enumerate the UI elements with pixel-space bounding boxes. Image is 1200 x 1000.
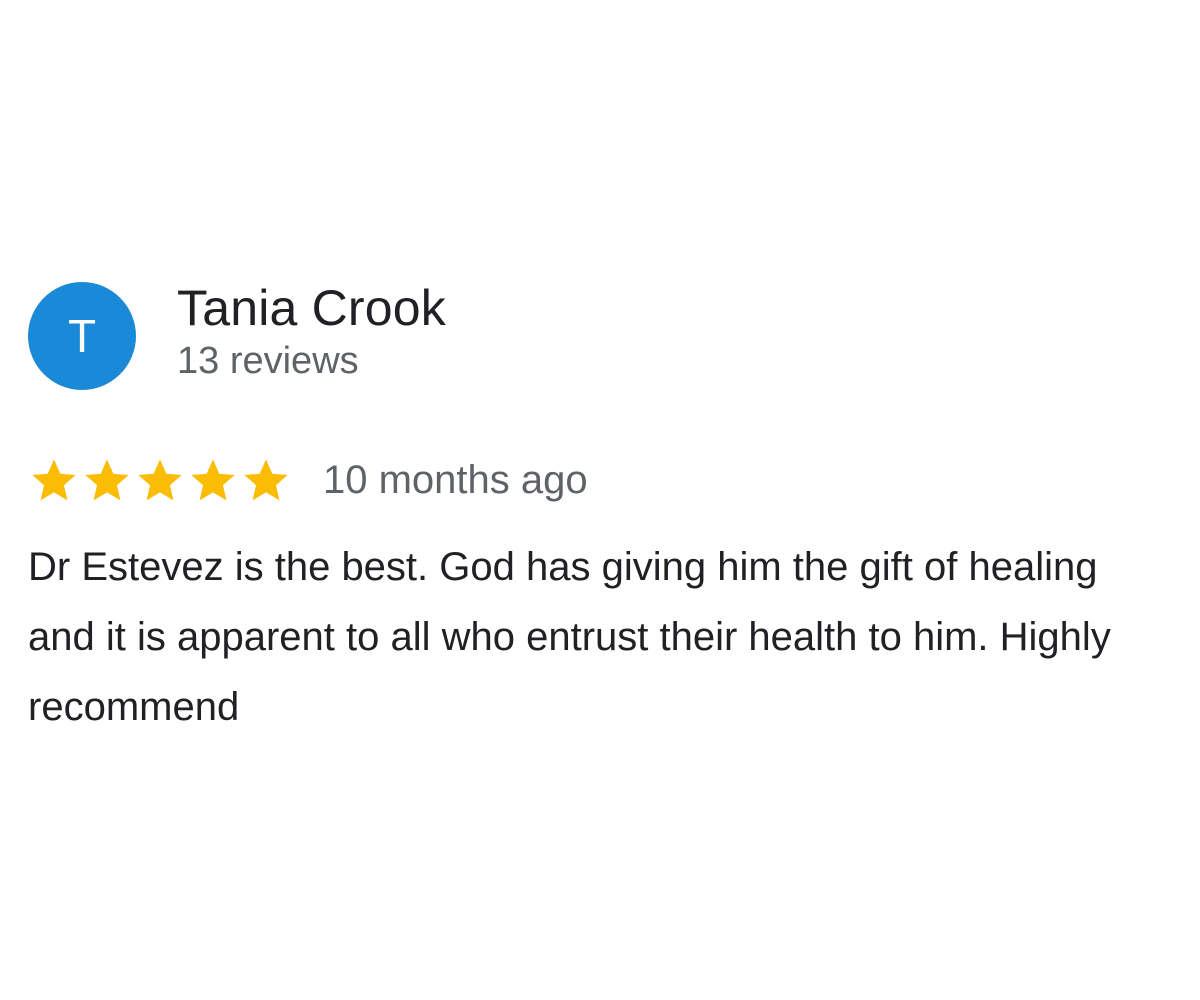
avatar-initial: T bbox=[67, 310, 97, 362]
star-icon bbox=[134, 454, 186, 506]
review-text: Dr Estevez is the best. God has giving h… bbox=[28, 545, 1111, 729]
star-icon bbox=[81, 454, 133, 506]
star-icon bbox=[28, 454, 80, 506]
avatar[interactable]: T bbox=[28, 282, 136, 390]
rating-row: 10 months ago bbox=[28, 454, 1178, 506]
review-header: T Tania Crook 13 reviews bbox=[28, 280, 1178, 390]
author-review-count: 13 reviews bbox=[177, 340, 359, 382]
review-time: 10 months ago bbox=[323, 458, 588, 502]
review-card: T Tania Crook 13 reviews 10 months ago D… bbox=[28, 280, 1178, 742]
star-icon bbox=[187, 454, 239, 506]
star-icon bbox=[240, 454, 292, 506]
author-name[interactable]: Tania Crook bbox=[177, 278, 446, 338]
star-rating bbox=[28, 454, 293, 506]
author-info: Tania Crook 13 reviews bbox=[177, 278, 446, 384]
